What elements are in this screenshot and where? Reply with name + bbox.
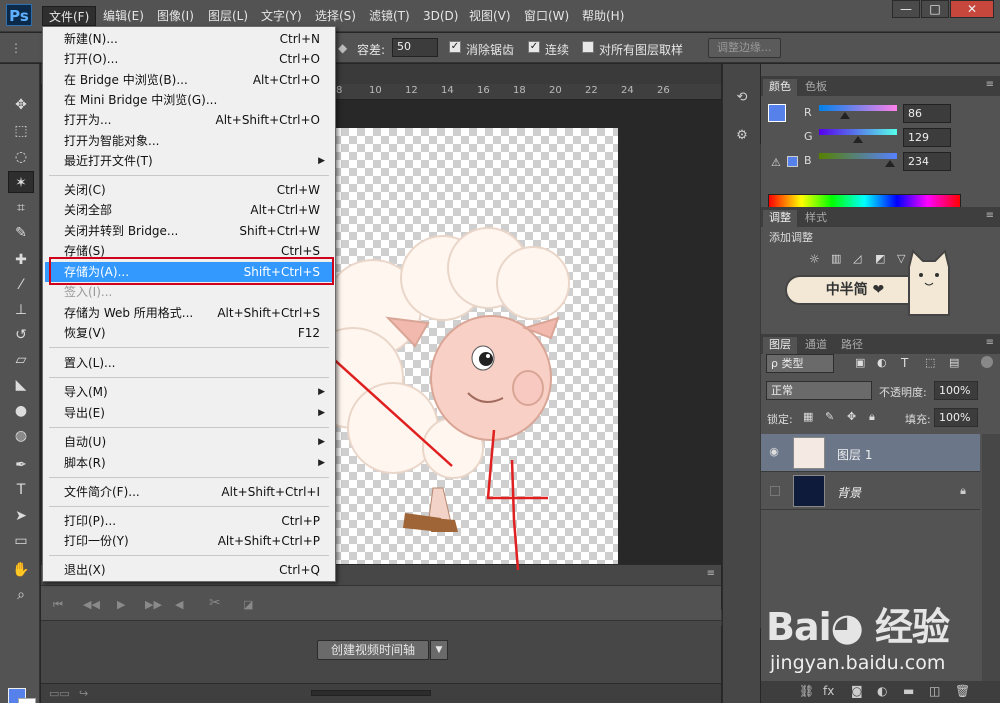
menu-separator	[49, 477, 329, 478]
menu-item-place[interactable]: 置入(L)...	[45, 353, 333, 373]
menu-item-scripts[interactable]: 脚本(R) ▶	[45, 453, 333, 473]
menu-separator	[49, 347, 329, 348]
handwritten-stroke	[486, 429, 548, 500]
menu-item-recent-files[interactable]: 最近打开文件(T) ▶	[45, 151, 333, 171]
menu-item-browse-bridge[interactable]: 在 Bridge 中浏览(B)... Alt+Ctrl+O	[45, 70, 333, 90]
menu-separator	[49, 175, 329, 176]
menu-separator	[49, 427, 329, 428]
annotation-highlight-box	[49, 257, 334, 285]
menu-item-revert[interactable]: 恢复(V) F12	[45, 323, 333, 343]
file-menu-dropdown: 新建(N)... Ctrl+N 打开(O)... Ctrl+O 在 Bridge 中…	[42, 26, 336, 582]
menu-item-close-go-bridge[interactable]: 关闭并转到 Bridge... Shift+Ctrl+W	[45, 221, 333, 241]
menu-item-exit[interactable]: 退出(X) Ctrl+Q	[45, 560, 333, 580]
menu-item-open-smart-object[interactable]: 打开为智能对象...	[45, 131, 333, 151]
handwritten-stroke	[510, 459, 520, 571]
menu-item-close[interactable]: 关闭(C) Ctrl+W	[45, 180, 333, 200]
menu-item-check-in: 签入(I)...	[64, 285, 113, 299]
watermark-url: jingyan.baidu.com	[770, 652, 946, 674]
menu-item-save-for-web[interactable]: 存储为 Web 所用格式... Alt+Shift+Ctrl+S	[45, 303, 333, 323]
menu-item-file-info[interactable]: 文件简介(F)... Alt+Shift+Ctrl+I	[45, 482, 333, 502]
submenu-arrow-icon: ▶	[318, 156, 325, 166]
submenu-arrow-icon: ▶	[318, 437, 325, 447]
menu-item-open-as[interactable]: 打开为... Alt+Shift+Ctrl+O	[45, 110, 333, 130]
submenu-arrow-icon: ▶	[318, 458, 325, 468]
menu-item-close-all[interactable]: 关闭全部 Alt+Ctrl+W	[45, 200, 333, 220]
menu-item-import[interactable]: 导入(M) ▶	[45, 382, 333, 402]
menu-item-open[interactable]: 打开(O)... Ctrl+O	[45, 49, 333, 69]
annotation-arrow-line	[317, 344, 453, 467]
menu-separator	[49, 377, 329, 378]
menu-item-export[interactable]: 导出(E) ▶	[45, 403, 333, 423]
baidu-jingyan-watermark: Bai◕ 经验 jingyan.baidu.com	[766, 596, 996, 686]
menu-separator	[49, 555, 329, 556]
submenu-arrow-icon: ▶	[318, 387, 325, 397]
menu-item-automate[interactable]: 自动(U) ▶	[45, 432, 333, 452]
menu-item-browse-mini-bridge[interactable]: 在 Mini Bridge 中浏览(G)...	[45, 90, 333, 110]
menu-item-print-one-copy[interactable]: 打印一份(Y) Alt+Shift+Ctrl+P	[45, 531, 333, 551]
baidu-logo: Bai◕ 经验	[766, 605, 950, 649]
menu-item-print[interactable]: 打印(P)... Ctrl+P	[45, 511, 333, 531]
menu-separator	[49, 506, 329, 507]
menu-item-new[interactable]: 新建(N)... Ctrl+N	[45, 29, 333, 49]
submenu-arrow-icon: ▶	[318, 408, 325, 418]
